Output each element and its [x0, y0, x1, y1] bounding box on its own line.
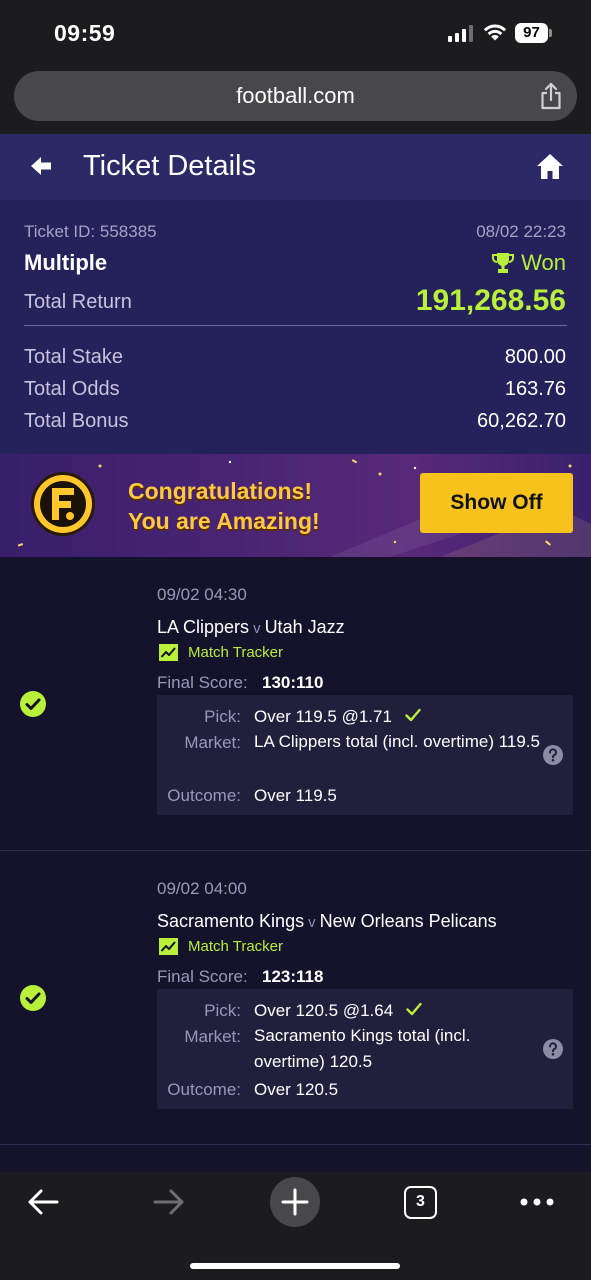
pick-label: Pick: [204, 1001, 241, 1020]
home-team: LA Clippers [157, 617, 250, 637]
new-tab-button[interactable] [270, 1177, 320, 1227]
trophy-icon [492, 253, 515, 273]
status-text: Won [521, 250, 566, 275]
browser-toolbar: 3 [0, 1172, 591, 1280]
status-badge: Won [491, 250, 566, 276]
ticket-type: Multiple [24, 250, 108, 275]
home-icon[interactable] [535, 151, 565, 181]
match-date: 09/02 04:00 [157, 879, 247, 898]
selection-item: 09/02 04:00 Sacramento Kings v New Orleans… [0, 851, 591, 1145]
battery-level: 97 [515, 23, 548, 43]
pick-text: Over 119.5 @1.71 [254, 707, 392, 726]
outcome-value: Over 120.5 [254, 1080, 339, 1099]
tab-switcher-button[interactable]: 3 [404, 1186, 437, 1219]
chart-icon [159, 644, 178, 661]
pick-value: Over 119.5 @1.71 [254, 707, 421, 727]
market-value: LA Clippers total (incl. overtime) 119.5 [254, 732, 540, 751]
congrats-line-2: You are Amazing! [128, 508, 320, 534]
selections-list: 09/02 04:30 LA Clippers v Utah Jazz Match … [0, 557, 591, 1172]
match-tracker-label: Match Tracker [188, 644, 284, 661]
total-bonus-value: 60,262.70 [477, 410, 566, 432]
match-teams: Sacramento Kings v New Orleans Pelicans [157, 911, 497, 932]
match-date: 09/02 04:30 [157, 585, 247, 604]
selection-details: Pick: Over 119.5 @1.71 Market: LA Clippe… [157, 695, 573, 815]
total-stake-label: Total Stake [24, 346, 123, 368]
share-icon[interactable] [536, 81, 566, 111]
check-circle-icon [20, 691, 46, 717]
url-text: football.com [236, 83, 355, 108]
checkmark-icon [406, 1002, 422, 1016]
browser-forward-icon[interactable] [152, 1187, 186, 1217]
battery-icon: 97 [515, 23, 552, 43]
market-label: Market: [184, 733, 241, 752]
wifi-icon [483, 24, 507, 41]
pick-value: Over 120.5 @1.64 [254, 1001, 422, 1021]
versus-label: v [308, 914, 316, 931]
market-value: Sacramento Kings total (incl. overtime) … [254, 1026, 471, 1071]
page-title: Ticket Details [83, 150, 256, 182]
status-bar: 09:59 97 [0, 0, 591, 64]
help-icon[interactable] [543, 1039, 563, 1059]
congratulations-text: Congratulations! You are Amazing! [128, 476, 320, 536]
total-odds-label: Total Odds [24, 378, 120, 400]
final-score-label: Final Score: [157, 673, 248, 692]
browser-address-bar: football.com [0, 64, 591, 134]
versus-label: v [253, 620, 261, 637]
congratulations-banner: Congratulations! You are Amazing! Show O… [0, 454, 591, 557]
divider [24, 325, 567, 326]
ticket-datetime: 08/02 22:23 [476, 222, 566, 241]
outcome-label: Outcome: [167, 1080, 241, 1099]
match-tracker-link[interactable]: Match Tracker [159, 938, 283, 955]
home-team: Sacramento Kings [157, 911, 305, 931]
total-odds-value: 163.76 [504, 378, 566, 400]
plus-icon [281, 1188, 309, 1216]
selection-item: 09/02 04:30 LA Clippers v Utah Jazz Match … [0, 557, 591, 851]
total-stake-value: 800.00 [504, 346, 566, 368]
chart-icon [159, 938, 178, 955]
ticket-summary: Ticket ID: 558385 08/02 22:23 Multiple W… [0, 200, 591, 454]
selection-details: Pick: Over 120.5 @1.64 Market: Sacrament… [157, 989, 573, 1109]
back-arrow-icon[interactable] [28, 152, 56, 180]
final-score-label: Final Score: [157, 967, 248, 986]
match-tracker-link[interactable]: Match Tracker [159, 644, 283, 661]
football-logo-icon [31, 472, 95, 536]
total-return-label: Total Return [24, 291, 132, 313]
outcome-label: Outcome: [167, 786, 241, 805]
help-icon[interactable] [543, 745, 563, 765]
pick-text: Over 120.5 @1.64 [254, 1001, 394, 1020]
outcome-value: Over 119.5 [254, 786, 337, 805]
page: 09:59 97 football.com Ticket Details Tic… [0, 0, 591, 1280]
status-time: 09:59 [54, 20, 116, 46]
home-indicator [190, 1263, 400, 1269]
pick-label: Pick: [204, 707, 241, 726]
final-score-value: 130:110 [262, 673, 324, 692]
browser-back-icon[interactable] [26, 1187, 60, 1217]
total-return-value: 191,268.56 [415, 284, 566, 317]
market-label: Market: [184, 1027, 241, 1046]
away-team: Utah Jazz [264, 617, 345, 637]
more-icon[interactable] [520, 1198, 554, 1206]
cellular-signal-icon [448, 25, 474, 42]
show-off-button[interactable]: Show Off [420, 473, 573, 533]
checkmark-icon [404, 708, 421, 722]
ticket-id: Ticket ID: 558385 [24, 222, 157, 241]
match-tracker-label: Match Tracker [188, 938, 284, 955]
away-team: New Orleans Pelicans [319, 911, 497, 931]
check-circle-icon [20, 985, 46, 1011]
url-field[interactable]: football.com [14, 71, 577, 121]
app-header: Ticket Details [0, 134, 591, 200]
congrats-line-1: Congratulations! [128, 478, 312, 504]
final-score-value: 123:118 [262, 967, 324, 986]
match-teams: LA Clippers v Utah Jazz [157, 617, 345, 638]
total-bonus-label: Total Bonus [24, 410, 129, 432]
